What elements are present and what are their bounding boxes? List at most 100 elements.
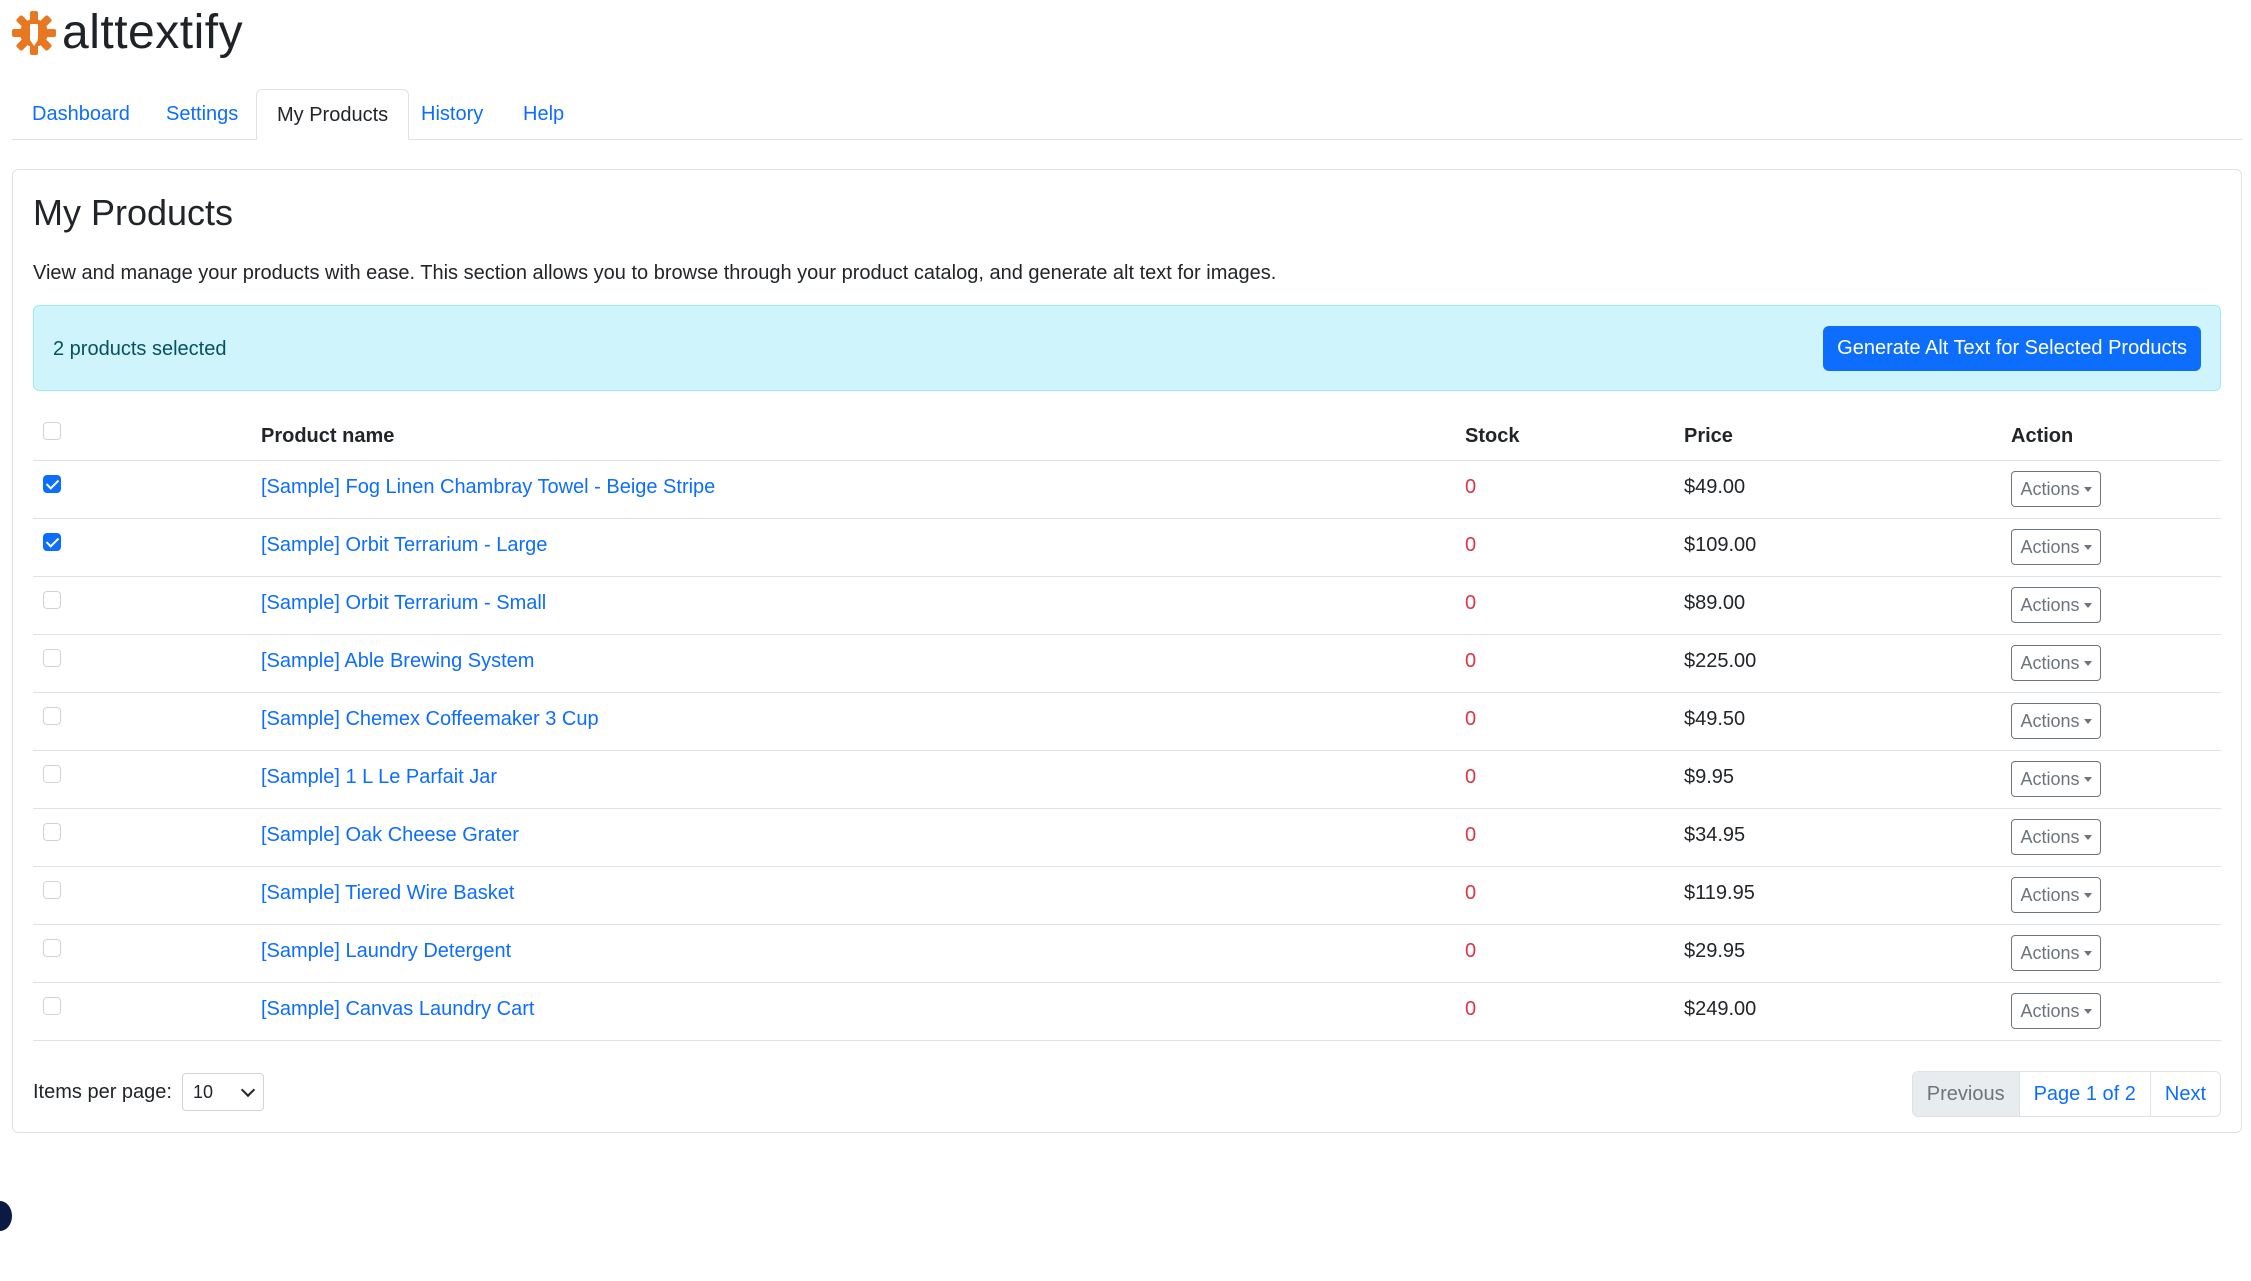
table-row: [Sample] Orbit Terrarium - Large 0 $109.00…: [33, 519, 2221, 577]
tab-history[interactable]: History: [401, 89, 503, 139]
caret-down-icon: [2083, 1008, 2092, 1014]
row-checkbox[interactable]: [43, 649, 61, 667]
product-stock: 0: [1465, 882, 1477, 904]
page-description: View and manage your products with ease.…: [33, 262, 1277, 284]
caret-down-icon: [2083, 602, 2092, 608]
row-checkbox[interactable]: [43, 475, 61, 493]
pagination-current-page[interactable]: Page 1 of 2: [2018, 1072, 2150, 1116]
product-name-link[interactable]: [Sample] Tiered Wire Basket: [261, 882, 514, 905]
tab-my-products[interactable]: My Products: [256, 89, 410, 140]
row-checkbox-cell: [43, 707, 61, 730]
actions-dropdown-button[interactable]: Actions: [2011, 935, 2101, 971]
table-row: [Sample] Fog Linen Chambray Towel - Beig…: [33, 461, 2221, 519]
chat-widget-icon[interactable]: [0, 1201, 12, 1231]
tab-dashboard[interactable]: Dashboard: [12, 89, 150, 139]
product-price: $49.00: [1684, 476, 1746, 498]
product-name-link[interactable]: [Sample] Orbit Terrarium - Small: [261, 592, 546, 615]
product-name-link[interactable]: [Sample] Able Brewing System: [261, 650, 534, 673]
product-stock: 0: [1465, 650, 1477, 672]
actions-label: Actions: [2020, 942, 2080, 963]
actions-label: Actions: [2020, 594, 2080, 615]
product-price: $89.00: [1684, 592, 1746, 614]
product-name-link[interactable]: [Sample] Fog Linen Chambray Towel - Beig…: [261, 476, 715, 499]
actions-dropdown-button[interactable]: Actions: [2011, 761, 2101, 797]
product-stock: 0: [1465, 592, 1477, 614]
row-checkbox-cell: [43, 823, 61, 846]
actions-dropdown-button[interactable]: Actions: [2011, 877, 2101, 913]
row-checkbox-cell: [43, 939, 61, 962]
row-checkbox[interactable]: [43, 707, 61, 725]
tab-help[interactable]: Help: [503, 89, 584, 139]
product-price: $34.95: [1684, 824, 1746, 846]
row-checkbox[interactable]: [43, 765, 61, 783]
row-checkbox[interactable]: [43, 591, 61, 609]
items-per-page-value: 10: [192, 1081, 213, 1102]
product-name-link[interactable]: [Sample] Orbit Terrarium - Large: [261, 534, 547, 557]
product-stock: 0: [1465, 476, 1477, 498]
caret-down-icon: [2083, 486, 2092, 492]
column-header-stock: Stock: [1465, 425, 1520, 447]
generate-alt-text-button[interactable]: Generate Alt Text for Selected Products: [1823, 326, 2201, 371]
actions-dropdown-button[interactable]: Actions: [2011, 819, 2101, 855]
column-header-price: Price: [1684, 425, 1733, 447]
pagination: Previous Page 1 of 2 Next: [1911, 1071, 2221, 1117]
actions-dropdown-button[interactable]: Actions: [2011, 529, 2101, 565]
caret-down-icon: [2083, 892, 2092, 898]
items-per-page-select[interactable]: 10: [181, 1073, 264, 1111]
product-stock: 0: [1465, 708, 1477, 730]
product-price: $109.00: [1684, 534, 1757, 556]
row-checkbox-cell: [43, 997, 61, 1020]
row-checkbox-cell: [43, 881, 61, 904]
product-stock: 0: [1465, 940, 1477, 962]
actions-dropdown-button[interactable]: Actions: [2011, 993, 2101, 1029]
pagination-next[interactable]: Next: [2149, 1072, 2220, 1116]
product-stock: 0: [1465, 766, 1477, 788]
pagination-previous[interactable]: Previous: [1912, 1072, 2019, 1116]
table-header: Product name Stock Price Action: [33, 410, 2221, 461]
actions-label: Actions: [2020, 652, 2080, 673]
product-name-link[interactable]: [Sample] Oak Cheese Grater: [261, 824, 519, 847]
product-price: $119.95: [1684, 882, 1755, 904]
product-stock: 0: [1465, 534, 1477, 556]
gear-pencil-logo-icon: [12, 11, 56, 55]
product-name-link[interactable]: [Sample] Chemex Coffeemaker 3 Cup: [261, 708, 599, 731]
column-header-action: Action: [2011, 425, 2074, 447]
tab-settings[interactable]: Settings: [146, 89, 258, 139]
actions-label: Actions: [2020, 710, 2080, 731]
product-name-link[interactable]: [Sample] Canvas Laundry Cart: [261, 998, 534, 1021]
row-checkbox[interactable]: [43, 881, 61, 899]
actions-dropdown-button[interactable]: Actions: [2011, 703, 2101, 739]
brand-logo[interactable]: alttextify: [10, 6, 243, 60]
row-checkbox[interactable]: [43, 823, 61, 841]
selection-alert: 2 products selected Generate Alt Text fo…: [33, 305, 2221, 391]
items-per-page-label: Items per page:: [33, 1080, 172, 1103]
select-all-checkbox[interactable]: [43, 422, 61, 440]
actions-label: Actions: [2020, 884, 2080, 905]
row-checkbox-cell: [43, 475, 61, 498]
row-checkbox[interactable]: [43, 939, 61, 957]
column-header-name: Product name: [261, 425, 395, 447]
actions-dropdown-button[interactable]: Actions: [2011, 645, 2101, 681]
caret-down-icon: [2083, 544, 2092, 550]
product-price: $49.50: [1684, 708, 1746, 730]
product-price: $29.95: [1684, 940, 1746, 962]
actions-label: Actions: [2020, 478, 2080, 499]
row-checkbox-cell: [43, 765, 61, 788]
row-checkbox[interactable]: [43, 997, 61, 1015]
row-checkbox[interactable]: [43, 533, 61, 551]
chevron-down-icon: [240, 1082, 256, 1098]
actions-dropdown-button[interactable]: Actions: [2011, 587, 2101, 623]
actions-label: Actions: [2020, 1000, 2080, 1021]
table-row: [Sample] Canvas Laundry Cart 0 $249.00 Acti…: [33, 983, 2221, 1041]
product-name-link[interactable]: [Sample] 1 L Le Parfait Jar: [261, 766, 497, 789]
caret-down-icon: [2083, 834, 2092, 840]
table-row: [Sample] Able Brewing System 0 $225.00 Acti…: [33, 635, 2221, 693]
items-per-page: Items per page: 10: [33, 1073, 264, 1111]
brand-name: alttextify: [62, 6, 244, 59]
caret-down-icon: [2083, 776, 2092, 782]
actions-label: Actions: [2020, 768, 2080, 789]
product-name-link[interactable]: [Sample] Laundry Detergent: [261, 940, 511, 963]
actions-dropdown-button[interactable]: Actions: [2011, 471, 2101, 507]
selection-count: 2 products selected: [53, 338, 227, 360]
page-title: My Products: [33, 192, 234, 233]
